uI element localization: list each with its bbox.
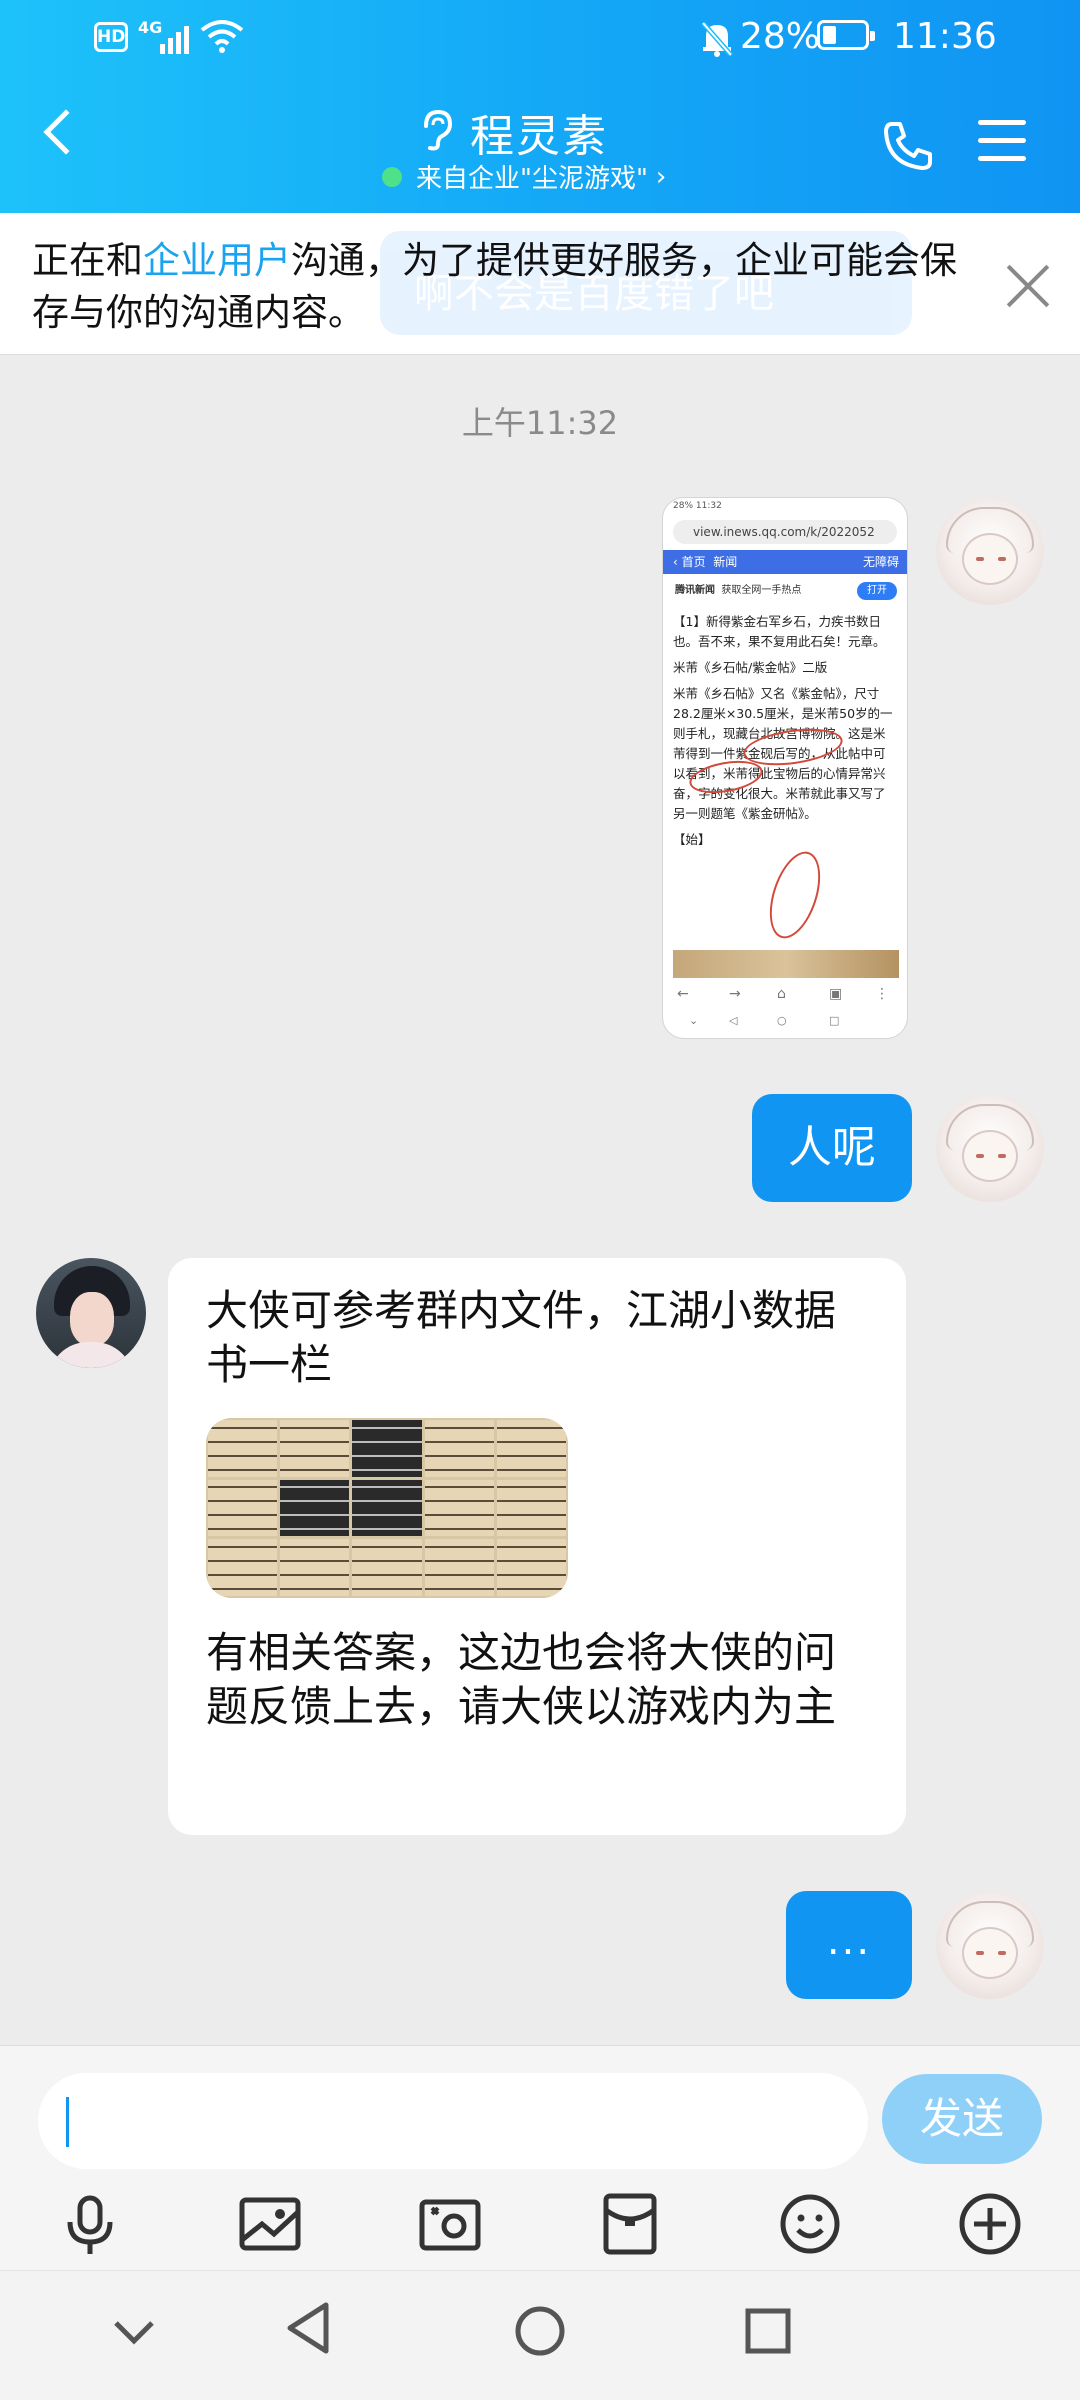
agent-avatar[interactable] (36, 1258, 146, 1368)
image-icon[interactable] (234, 2188, 306, 2260)
clock: 11:36 (893, 16, 997, 57)
avatar[interactable] (936, 1094, 1044, 1202)
mini-calligraphy-strip (673, 950, 899, 978)
home-icon[interactable] (514, 2305, 566, 2357)
menu-button[interactable] (978, 120, 1026, 174)
back-button[interactable] (43, 109, 89, 155)
battery-percent: 28% (740, 16, 821, 57)
status-bar: HD 4G 28% 11:36 (0, 0, 1080, 80)
phone-call-button[interactable] (880, 118, 936, 174)
network-type: 4G (138, 18, 163, 37)
emoji-icon[interactable] (774, 2188, 846, 2260)
ear-icon (424, 109, 453, 151)
calligraphy-image[interactable] (206, 1418, 568, 1598)
chat-header: HD 4G 28% 11:36 程灵素 来自企业"尘泥游戏" › (0, 0, 1080, 213)
mini-brand-row: 腾讯新闻 获取全网一手热点 打开 (663, 574, 907, 608)
privacy-notice: 啊不会是百度错了吧 正在和企业用户沟通，为了提供更好服务，企业可能会保存与你的沟… (0, 213, 1080, 355)
message-bubble-sent[interactable]: ... (786, 1891, 912, 1999)
agent-text-1: 大侠可参考群内文件，江湖小数据书一栏 (206, 1286, 837, 1389)
wifi-icon (200, 20, 244, 53)
avatar[interactable] (936, 497, 1044, 605)
battery-icon (817, 20, 875, 50)
mini-status-bar: 28% 11:32 (673, 501, 722, 511)
plus-icon[interactable] (954, 2188, 1026, 2260)
back-icon[interactable] (284, 2301, 332, 2355)
timestamp: 上午11:32 (461, 404, 619, 442)
mini-browser-bar: ← → ⌂ ▣ ⋮ ⌄ ◁ ○ □ (677, 986, 889, 1027)
collapse-icon[interactable] (112, 2317, 156, 2347)
enterprise-user-link[interactable]: 企业用户 (143, 239, 291, 282)
system-navigation-bar (0, 2270, 1080, 2400)
send-button[interactable]: 发送 (882, 2074, 1042, 2164)
hd-badge: HD (94, 22, 128, 52)
avatar[interactable] (936, 1891, 1044, 1999)
screenshot-message[interactable]: 28% 11:32 view.inews.qq.com/k/2022052 ‹ … (662, 497, 908, 1039)
red-packet-icon[interactable] (594, 2188, 666, 2260)
mute-bell-icon (701, 21, 733, 57)
company-label: 来自企业"尘泥游戏" (416, 164, 648, 194)
notice-text: 正在和企业用户沟通，为了提供更好服务，企业可能会保存与你的沟通内容。 (32, 239, 957, 334)
input-bar: 发送 (0, 2045, 1080, 2270)
chevron-right-icon: › (655, 161, 667, 192)
agent-text-2: 有相关答案，这边也会将大侠的问题反馈上去，请大侠以游戏内为主 (206, 1628, 837, 1731)
message-bubble-sent[interactable]: 人呢 (752, 1094, 912, 1202)
online-dot (382, 166, 402, 187)
company-link[interactable]: 来自企业"尘泥游戏" › (382, 158, 666, 195)
message-input[interactable] (38, 2073, 868, 2169)
mini-url-bar: view.inews.qq.com/k/2022052 (673, 520, 897, 544)
mini-nav: ‹ 首页 新闻 无障碍 (663, 550, 907, 574)
camera-icon[interactable] (414, 2188, 486, 2260)
contact-name[interactable]: 程灵素 (470, 100, 608, 164)
message-bubble-received[interactable]: 大侠可参考群内文件，江湖小数据书一栏 有相关答案，这边也会将大侠的问题反馈上去，… (168, 1258, 906, 1835)
voice-icon[interactable] (54, 2188, 126, 2260)
recents-icon[interactable] (744, 2307, 792, 2355)
close-icon[interactable] (1005, 262, 1051, 308)
toolbar (0, 2176, 1080, 2271)
signal-icon (160, 22, 196, 54)
